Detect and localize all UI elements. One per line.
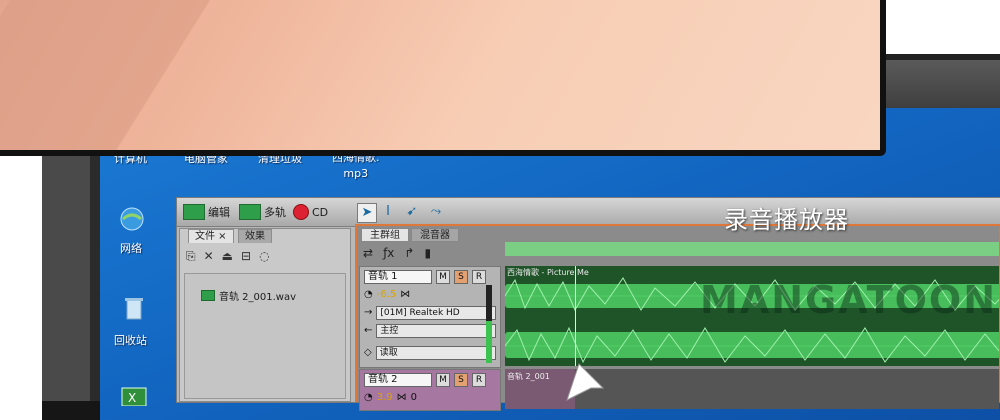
monitor-left-edge [42,145,100,401]
clip-label: 西海情歌 - Picture Me [507,268,589,277]
time-selection-tool-icon[interactable]: I [379,203,397,221]
output-arrow-icon: ← [364,325,373,336]
svg-text:X: X [128,391,136,405]
automation-icon: ◇ [364,347,372,358]
audio-file-icon [201,290,215,301]
volume-knob-icon[interactable]: ◔ [364,392,373,403]
hybrid-tool-icon[interactable]: ➹ [403,203,421,221]
record-arm-button[interactable]: R [472,269,486,284]
inputs-outputs-icon[interactable]: ⇄ [363,246,373,260]
pan-knob-icon[interactable]: ⋈ [400,289,410,300]
multitrack-mode-button[interactable]: 多轨 [239,203,286,221]
desktop-icon-recycle-label: 回收站 [114,334,147,347]
cd-mode-label: CD [312,205,329,219]
track-1-volume: -6.5 [376,289,397,300]
solo-button[interactable]: S [454,269,468,284]
tab-main-group[interactable]: 主群组 [361,228,409,242]
tab-mixer[interactable]: 混音器 [411,228,459,242]
track-2-pan: 0 [410,392,418,403]
mute-button[interactable]: M [436,269,450,284]
eq-icon[interactable]: ▮ [424,246,431,260]
insert-icon[interactable]: ⊟ [241,249,251,264]
open-file-icon[interactable]: ⎘ [186,249,196,264]
solo-button[interactable]: S [454,372,468,387]
file-list: 音轨 2_001.wav [184,273,346,399]
network-icon[interactable] [118,205,146,233]
close-file-icon[interactable]: ✕ [204,249,214,264]
mute-button[interactable]: M [436,372,450,387]
waveform-edit-icon [183,204,205,220]
timeline-ruler[interactable] [505,242,999,256]
track-tools: ⇄ ƒx ↱ ▮ [363,246,431,260]
track-1-name[interactable]: 音轨 1 [364,269,432,284]
sends-icon[interactable]: ↱ [404,246,414,260]
empty-track-region [575,369,999,409]
move-tool-icon[interactable]: ➤ [357,203,377,223]
track-2-volume: 3.9 [376,392,393,403]
app-toolbar: 编辑 多轨 CD ➤ I ➹ ⤳ [177,198,1000,227]
files-panel: 文件 × 效果 ⎘ ✕ ⏏ ⊟ ◌ 音轨 2_001.wav [179,228,351,402]
track-tabs: 主群组 混音器 [361,228,459,242]
files-toolbar: ⎘ ✕ ⏏ ⊟ ◌ [186,249,270,264]
input-arrow-icon: → [364,307,373,318]
input-device-select[interactable]: [01M] Realtek HD [376,305,496,320]
file-name: 音轨 2_001.wav [219,292,297,303]
track-2-header: 音轨 2 M S R ◔ 3.9 ⋈ 0 [359,369,501,411]
edit-mode-button[interactable]: 编辑 [183,203,230,221]
comic-panel-top [0,0,886,156]
tab-effects[interactable]: 效果 [238,229,272,243]
track-2-name[interactable]: 音轨 2 [364,372,432,387]
edit-mode-label: 编辑 [208,206,230,219]
track-1-header: 音轨 1 M S R ◔ -6.5 ⋈ → [01M] Realtek HD ←… [359,266,501,368]
autoplay-icon[interactable]: ◌ [259,249,269,264]
effects-icon[interactable]: ƒx [383,246,394,260]
cd-mode-button[interactable]: CD [293,203,328,221]
cd-icon [293,204,309,220]
panel-shading [0,0,210,150]
tab-files[interactable]: 文件 × [188,229,234,243]
list-item[interactable]: 音轨 2_001.wav [201,288,296,303]
output-select[interactable]: 主控 [376,323,496,338]
recycle-bin-icon[interactable] [120,294,148,322]
import-icon[interactable]: ⏏ [222,249,233,264]
pan-knob-icon[interactable]: ⋈ [397,392,407,403]
caption-title: 录音播放器 [724,206,849,234]
scrub-tool-icon[interactable]: ⤳ [427,203,445,221]
multitrack-icon [239,204,261,220]
level-meter [486,285,492,363]
desktop-icon-network-label: 网络 [120,242,142,255]
clip-label: 音轨 2_001 [507,372,550,381]
automation-select[interactable]: 读取 [375,345,496,360]
watermark: MANGATOON [700,278,998,322]
playhead[interactable] [575,266,576,366]
record-arm-button[interactable]: R [472,372,486,387]
excel-icon[interactable]: X [120,386,148,414]
multitrack-mode-label: 多轨 [264,206,286,219]
volume-knob-icon[interactable]: ◔ [364,289,373,300]
